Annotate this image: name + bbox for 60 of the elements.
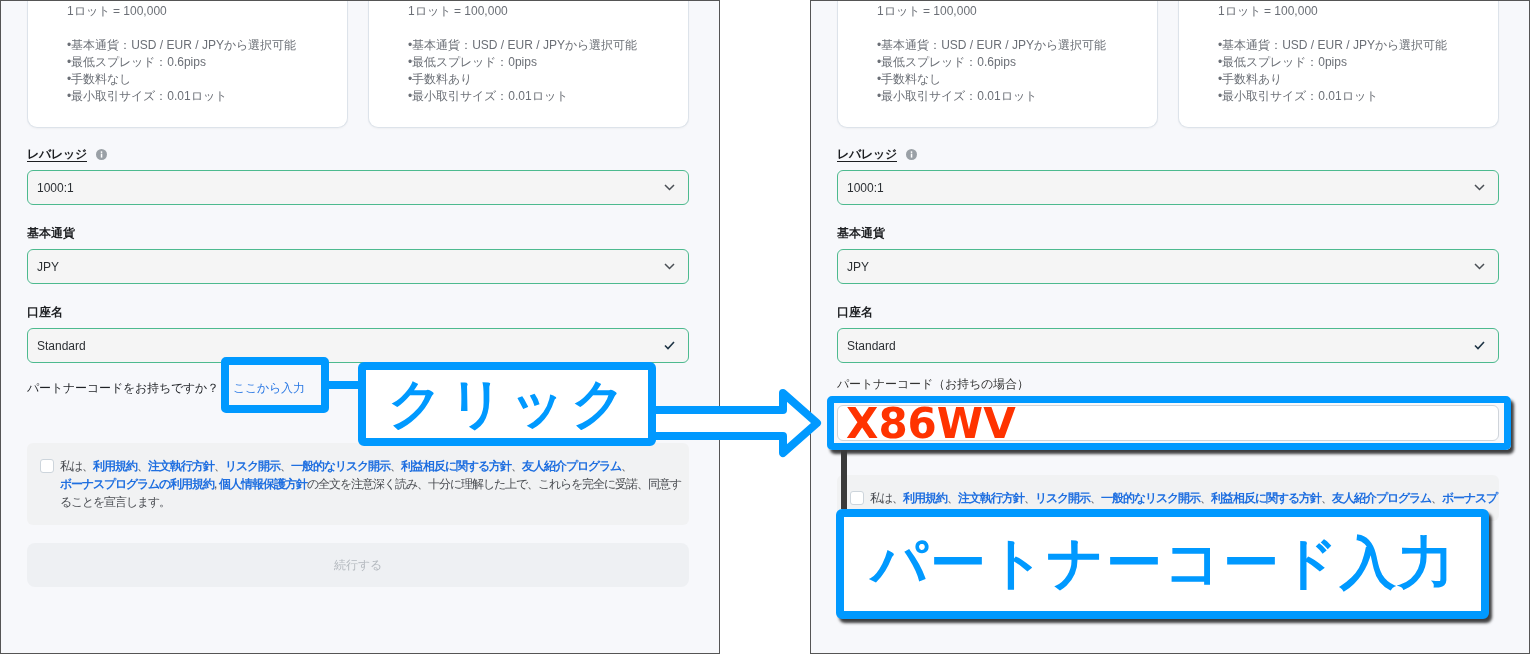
chevron-down-icon [1474, 263, 1485, 270]
lot-size-text: 1ロット = 100,000 [67, 3, 168, 20]
feature-text: •手数料なし [67, 71, 133, 88]
text-link[interactable]: 一般的なリスク開示 [291, 459, 390, 473]
text-link[interactable]: 利用規約 [903, 491, 947, 505]
callout-label: パートナーコード入力 [836, 509, 1489, 619]
field-label: 口座名 [27, 304, 63, 321]
field-label: レバレッジ [837, 146, 897, 163]
chevron-down-icon [1474, 184, 1485, 191]
feature-text: •最低スプレッド：0pips [408, 54, 538, 71]
text-field[interactable]: Standard [27, 328, 689, 363]
feature-text: •最低スプレッド：0pips [1218, 54, 1348, 71]
text-link[interactable]: 利用規約 [93, 459, 137, 473]
lot-size-text: 1ロット = 100,000 [408, 3, 509, 20]
text-link[interactable]: 友人紹介プログラム [1332, 491, 1431, 505]
text-field[interactable]: X86WV [837, 405, 1499, 441]
chevron-down-icon [664, 263, 675, 270]
text-link[interactable]: ここから入力 [233, 381, 305, 395]
field-label: 口座名 [837, 304, 873, 321]
text-link[interactable]: ボーナスプ [1442, 491, 1497, 505]
text-link[interactable]: リスク開示 [225, 459, 280, 473]
checkbox[interactable] [40, 459, 54, 473]
text-link[interactable]: 注文執行方針 [148, 459, 214, 473]
text-link[interactable]: リスク開示 [1035, 491, 1090, 505]
consent-text: 私は、利用規約、注文執行方針、リスク開示、一般的なリスク開示、利益相反に関する方針、友人紹介プログラム、ボーナスプ [870, 490, 1497, 507]
feature-text: •基本通貨：USD / EUR / JPYから選択可能 [877, 37, 1107, 54]
feature-text: •最小取引サイズ：0.01ロット [408, 88, 569, 105]
feature-text: •最低スプレッド：0.6pips [67, 54, 207, 71]
dropdown[interactable]: JPY [837, 249, 1499, 284]
dropdown[interactable]: 1000:1 [837, 170, 1499, 205]
chevron-down-icon [664, 184, 675, 191]
field-label: 基本通貨 [837, 225, 885, 242]
feature-text: •基本通貨：USD / EUR / JPYから選択可能 [408, 37, 638, 54]
lot-size-text: 1ロット = 100,000 [1218, 3, 1319, 20]
text-link[interactable]: 利益相反に関する方針 [401, 459, 511, 473]
field-label: パートナーコード（お持ちの場合） [837, 376, 1030, 393]
lot-size-text: 1ロット = 100,000 [877, 3, 978, 20]
text-field[interactable]: Standard [837, 328, 1499, 363]
feature-text: •手数料あり [408, 71, 474, 88]
feature-text: •基本通貨：USD / EUR / JPYから選択可能 [67, 37, 297, 54]
text-link[interactable]: 一般的なリスク開示 [1101, 491, 1200, 505]
feature-text: •手数料あり [1218, 71, 1284, 88]
feature-text: •基本通貨：USD / EUR / JPYから選択可能 [1218, 37, 1448, 54]
callout-label: クリック [358, 362, 656, 446]
field-label: 基本通貨 [27, 225, 75, 242]
text-link[interactable]: 注文執行方針 [958, 491, 1024, 505]
dropdown[interactable]: 1000:1 [27, 170, 689, 205]
feature-text: •最小取引サイズ：0.01ロット [67, 88, 228, 105]
field-label: レバレッジ [27, 146, 87, 163]
text-link[interactable]: 利益相反に関する方針 [1211, 491, 1321, 505]
feature-text: •最小取引サイズ：0.01ロット [877, 88, 1038, 105]
text-link[interactable]: 友人紹介プログラム [522, 459, 621, 473]
dropdown[interactable]: JPY [27, 249, 689, 284]
text-link[interactable]: ボーナスプログラムの利用規約 [60, 477, 214, 491]
checkbox[interactable] [850, 491, 864, 505]
feature-text: •最小取引サイズ：0.01ロット [1218, 88, 1379, 105]
feature-text: •最低スプレッド：0.6pips [877, 54, 1017, 71]
text-link[interactable]: 個人情報保護方針 [218, 477, 307, 491]
consent-text: 私は、利用規約、注文執行方針、リスク開示、一般的なリスク開示、利益相反に関する方針、友人紹介プログラム、 ボーナスプログラムの利用規約, 個人情報保護方針の全文を注意深く読み、十分に理解した上で、これらを完全に受諾、同意することを宣言します。 [60, 458, 682, 511]
feature-text: •手数料なし [877, 71, 943, 88]
